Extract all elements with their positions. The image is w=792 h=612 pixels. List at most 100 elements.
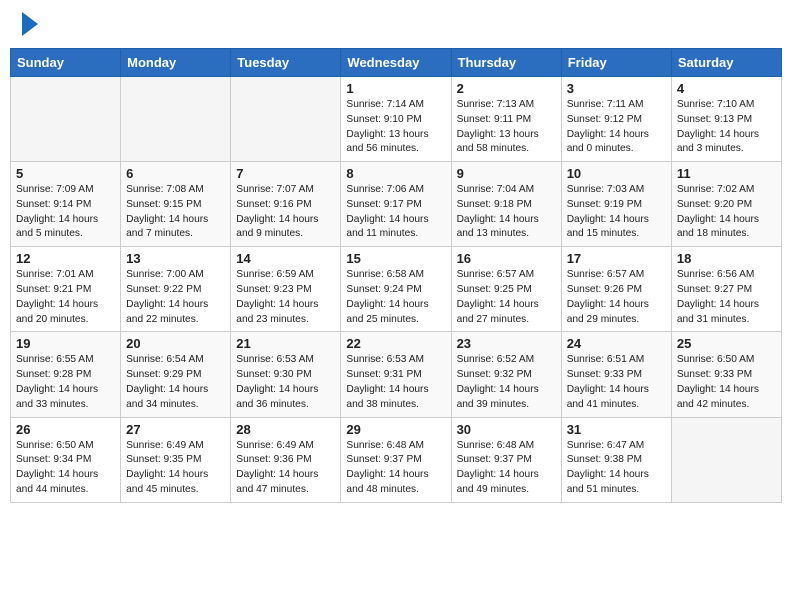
header-row: SundayMondayTuesdayWednesdayThursdayFrid… <box>11 49 782 77</box>
calendar-table: SundayMondayTuesdayWednesdayThursdayFrid… <box>10 48 782 503</box>
week-row-1: 1 Sunrise: 7:14 AMSunset: 9:10 PMDaylight… <box>11 77 782 162</box>
logo-arrow-icon <box>22 12 38 36</box>
calendar-cell: 26Sunrise: 6:50 AMSunset: 9:34 PMDayligh… <box>11 417 121 502</box>
day-info: Sunrise: 6:51 AMSunset: 9:33 PMDaylight:… <box>567 353 666 412</box>
calendar-cell: 3Sunrise: 7:11 AMSunset: 9:12 PMDaylight… <box>561 77 671 162</box>
calendar-cell: 5 Sunrise: 7:09 AMSunset: 9:14 PMDaylight… <box>11 162 121 247</box>
day-info: Sunrise: 6:57 AMSunset: 9:25 PMDaylight:… <box>457 268 556 327</box>
day-info: Sunrise: 6:54 AMSunset: 9:29 PMDaylight:… <box>126 353 225 412</box>
day-info: Sunrise: 6:53 AMSunset: 9:31 PMDaylight:… <box>346 353 445 412</box>
day-number: 29 <box>346 422 445 437</box>
day-number: 16 <box>457 251 556 266</box>
day-number: 28 <box>236 422 335 437</box>
day-number: 15 <box>346 251 445 266</box>
day-number: 13 <box>126 251 225 266</box>
day-info: Sunrise: 7:02 AMSunset: 9:20 PMDaylight:… <box>677 183 776 242</box>
calendar-cell: 7 Sunrise: 7:07 AMSunset: 9:16 PMDaylight… <box>231 162 341 247</box>
week-row-2: 5 Sunrise: 7:09 AMSunset: 9:14 PMDaylight… <box>11 162 782 247</box>
day-number: 31 <box>567 422 666 437</box>
day-number: 22 <box>346 336 445 351</box>
calendar-cell: 16 Sunrise: 6:57 AMSunset: 9:25 PMDayligh… <box>451 247 561 332</box>
calendar-cell: 12 Sunrise: 7:01 AMSunset: 9:21 PMDayligh… <box>11 247 121 332</box>
day-info: Sunrise: 7:13 AMSunset: 9:11 PMDaylight:… <box>457 98 556 157</box>
day-info: Sunrise: 6:52 AMSunset: 9:32 PMDaylight:… <box>457 353 556 412</box>
week-row-3: 12 Sunrise: 7:01 AMSunset: 9:21 PMDayligh… <box>11 247 782 332</box>
week-row-4: 19 Sunrise: 6:55 AMSunset: 9:28 PMDayligh… <box>11 332 782 417</box>
day-info: Sunrise: 6:50 AMSunset: 9:33 PMDaylight:… <box>677 353 776 412</box>
day-number: 11 <box>677 166 776 181</box>
calendar-cell: 11 Sunrise: 7:02 AMSunset: 9:20 PMDayligh… <box>671 162 781 247</box>
calendar-cell: 31Sunrise: 6:47 AMSunset: 9:38 PMDayligh… <box>561 417 671 502</box>
calendar-cell <box>11 77 121 162</box>
calendar-cell: 21 Sunrise: 6:53 AMSunset: 9:30 PMDayligh… <box>231 332 341 417</box>
day-number: 7 <box>236 166 335 181</box>
day-number: 26 <box>16 422 115 437</box>
calendar-cell: 23 Sunrise: 6:52 AMSunset: 9:32 PMDayligh… <box>451 332 561 417</box>
calendar-cell: 6Sunrise: 7:08 AMSunset: 9:15 PMDaylight… <box>121 162 231 247</box>
calendar-cell: 28Sunrise: 6:49 AMSunset: 9:36 PMDayligh… <box>231 417 341 502</box>
day-info: Sunrise: 7:03 AMSunset: 9:19 PMDaylight:… <box>567 183 666 242</box>
calendar-cell <box>121 77 231 162</box>
day-info: Sunrise: 6:49 AMSunset: 9:35 PMDaylight:… <box>126 439 225 498</box>
day-info: Sunrise: 7:07 AMSunset: 9:16 PMDaylight:… <box>236 183 335 242</box>
calendar-cell: 19 Sunrise: 6:55 AMSunset: 9:28 PMDayligh… <box>11 332 121 417</box>
calendar-cell: 8Sunrise: 7:06 AMSunset: 9:17 PMDaylight… <box>341 162 451 247</box>
day-info: Sunrise: 6:48 AMSunset: 9:37 PMDaylight:… <box>457 439 556 498</box>
calendar-cell: 17 Sunrise: 6:57 AMSunset: 9:26 PMDayligh… <box>561 247 671 332</box>
day-info: Sunrise: 7:11 AMSunset: 9:12 PMDaylight:… <box>567 98 666 157</box>
day-number: 10 <box>567 166 666 181</box>
day-info: Sunrise: 7:08 AMSunset: 9:15 PMDaylight:… <box>126 183 225 242</box>
day-number: 2 <box>457 81 556 96</box>
calendar-cell: 20 Sunrise: 6:54 AMSunset: 9:29 PMDayligh… <box>121 332 231 417</box>
col-header-wednesday: Wednesday <box>341 49 451 77</box>
calendar-cell <box>231 77 341 162</box>
day-number: 1 <box>346 81 445 96</box>
day-info: Sunrise: 6:58 AMSunset: 9:24 PMDaylight:… <box>346 268 445 327</box>
day-number: 19 <box>16 336 115 351</box>
day-info: Sunrise: 6:59 AMSunset: 9:23 PMDaylight:… <box>236 268 335 327</box>
calendar-cell <box>671 417 781 502</box>
day-number: 12 <box>16 251 115 266</box>
calendar-cell: 4 Sunrise: 7:10 AMSunset: 9:13 PMDaylight… <box>671 77 781 162</box>
day-number: 27 <box>126 422 225 437</box>
day-info: Sunrise: 7:09 AMSunset: 9:14 PMDaylight:… <box>16 183 115 242</box>
calendar-cell: 9Sunrise: 7:04 AMSunset: 9:18 PMDaylight… <box>451 162 561 247</box>
col-header-monday: Monday <box>121 49 231 77</box>
day-number: 5 <box>16 166 115 181</box>
day-info: Sunrise: 7:14 AMSunset: 9:10 PMDaylight:… <box>346 98 445 157</box>
calendar-cell: 24 Sunrise: 6:51 AMSunset: 9:33 PMDayligh… <box>561 332 671 417</box>
calendar-cell: 30 Sunrise: 6:48 AMSunset: 9:37 PMDayligh… <box>451 417 561 502</box>
col-header-sunday: Sunday <box>11 49 121 77</box>
day-number: 20 <box>126 336 225 351</box>
day-info: Sunrise: 6:53 AMSunset: 9:30 PMDaylight:… <box>236 353 335 412</box>
col-header-tuesday: Tuesday <box>231 49 341 77</box>
day-info: Sunrise: 6:48 AMSunset: 9:37 PMDaylight:… <box>346 439 445 498</box>
week-row-5: 26Sunrise: 6:50 AMSunset: 9:34 PMDayligh… <box>11 417 782 502</box>
calendar-cell: 29 Sunrise: 6:48 AMSunset: 9:37 PMDayligh… <box>341 417 451 502</box>
calendar-cell: 14 Sunrise: 6:59 AMSunset: 9:23 PMDayligh… <box>231 247 341 332</box>
calendar-cell: 27 Sunrise: 6:49 AMSunset: 9:35 PMDayligh… <box>121 417 231 502</box>
day-info: Sunrise: 6:57 AMSunset: 9:26 PMDaylight:… <box>567 268 666 327</box>
calendar-cell: 22 Sunrise: 6:53 AMSunset: 9:31 PMDayligh… <box>341 332 451 417</box>
day-number: 17 <box>567 251 666 266</box>
day-number: 14 <box>236 251 335 266</box>
day-info: Sunrise: 7:00 AMSunset: 9:22 PMDaylight:… <box>126 268 225 327</box>
day-number: 21 <box>236 336 335 351</box>
day-number: 25 <box>677 336 776 351</box>
calendar-cell: 18Sunrise: 6:56 AMSunset: 9:27 PMDayligh… <box>671 247 781 332</box>
day-number: 18 <box>677 251 776 266</box>
page-header <box>10 10 782 40</box>
logo <box>18 14 38 36</box>
calendar-cell: 25 Sunrise: 6:50 AMSunset: 9:33 PMDayligh… <box>671 332 781 417</box>
day-info: Sunrise: 6:55 AMSunset: 9:28 PMDaylight:… <box>16 353 115 412</box>
day-info: Sunrise: 7:06 AMSunset: 9:17 PMDaylight:… <box>346 183 445 242</box>
day-number: 23 <box>457 336 556 351</box>
col-header-friday: Friday <box>561 49 671 77</box>
day-number: 24 <box>567 336 666 351</box>
day-number: 30 <box>457 422 556 437</box>
col-header-thursday: Thursday <box>451 49 561 77</box>
day-info: Sunrise: 7:10 AMSunset: 9:13 PMDaylight:… <box>677 98 776 157</box>
day-info: Sunrise: 7:01 AMSunset: 9:21 PMDaylight:… <box>16 268 115 327</box>
calendar-cell: 10 Sunrise: 7:03 AMSunset: 9:19 PMDayligh… <box>561 162 671 247</box>
day-number: 4 <box>677 81 776 96</box>
